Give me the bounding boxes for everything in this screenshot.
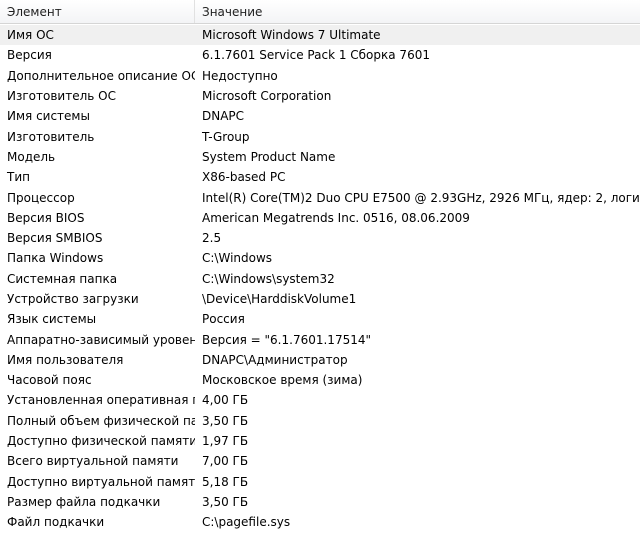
row-element-name: Язык системы — [7, 312, 97, 327]
row-element-value: Недоступно — [202, 68, 278, 83]
table-row[interactable]: Доступно физической памяти 1,97 ГБ — [0, 431, 640, 451]
table-row[interactable]: Версия BIOS American Megatrends Inc. 0516… — [0, 208, 640, 228]
column-header-value[interactable]: Значение — [195, 0, 640, 23]
row-element-value: C:\Windows\system32 — [202, 271, 335, 286]
row-element-name: Версия BIOS — [7, 210, 85, 225]
row-element-value: Microsoft Windows 7 Ultimate — [202, 28, 381, 43]
row-element-name: Доступно физической памяти — [7, 434, 195, 449]
table-row[interactable]: Имя системы DNAPC — [0, 106, 640, 126]
table-row[interactable]: Версия SMBIOS 2.5 — [0, 228, 640, 248]
table-row[interactable]: Доступно виртуальной памяти 5,18 ГБ — [0, 472, 640, 492]
row-element-value: C:\pagefile.sys — [202, 515, 291, 530]
table-row[interactable]: Дополнительное описание ОС Недоступно — [0, 66, 640, 86]
row-element-value: American Megatrends Inc. 0516, 08.06.200… — [202, 210, 470, 225]
table-row[interactable]: Размер файла подкачки 3,50 ГБ — [0, 492, 640, 512]
table-row[interactable]: Папка Windows C:\Windows — [0, 248, 640, 268]
list-header: Элемент Значение — [0, 0, 640, 24]
row-element-name: Размер файла подкачки — [7, 494, 161, 509]
table-row[interactable]: Всего виртуальной памяти 7,00 ГБ — [0, 451, 640, 471]
row-element-name: Всего виртуальной памяти — [7, 454, 179, 469]
row-element-value: 3,50 ГБ — [202, 413, 249, 428]
column-header-element[interactable]: Элемент — [0, 0, 195, 23]
row-element-value: \Device\HarddiskVolume1 — [202, 292, 357, 306]
row-element-name: Изготовитель ОС — [7, 89, 116, 104]
row-element-value: System Product Name — [202, 149, 336, 164]
row-element-name: Имя пользователя — [7, 352, 124, 367]
row-element-value: 5,18 ГБ — [202, 474, 249, 489]
row-element-value: Версия = "6.1.7601.17514" — [202, 332, 371, 347]
row-element-name: Тип — [7, 170, 30, 185]
row-element-value: 2.5 — [202, 231, 222, 246]
row-element-name: Файл подкачки — [7, 515, 105, 530]
table-row[interactable]: Тип X86-based PC — [0, 167, 640, 187]
row-element-value: C:\Windows — [202, 251, 273, 266]
table-row[interactable]: Имя пользователя DNAPC\Администратор — [0, 350, 640, 370]
table-row[interactable]: Часовой пояс Московское время (зима) — [0, 370, 640, 390]
row-element-value: DNAPC\Администратор — [202, 352, 348, 367]
row-element-name: Имя ОС — [7, 28, 54, 43]
row-element-value: 6.1.7601 Service Pack 1 Сборка 7601 — [202, 48, 430, 63]
row-element-value: DNAPC — [202, 109, 245, 124]
row-element-value: 3,50 ГБ — [202, 494, 249, 509]
table-row[interactable]: Версия 6.1.7601 Service Pack 1 Сборка 760… — [0, 45, 640, 65]
row-element-value: Intel(R) Core(TM)2 Duo CPU E7500 @ 2.93G… — [202, 190, 640, 205]
row-element-name: Процессор — [7, 190, 75, 205]
row-element-name: Модель — [7, 149, 56, 164]
system-info-list: Элемент Значение Имя ОС Microsoft Windows… — [0, 0, 640, 535]
row-element-value: 7,00 ГБ — [202, 454, 249, 469]
row-element-name: Версия — [7, 48, 52, 63]
row-element-name: Установленная оперативная п... — [7, 393, 195, 408]
row-element-name: Часовой пояс — [7, 373, 92, 388]
row-element-name: Аппаратно-зависимый уровен... — [7, 332, 195, 347]
table-row[interactable]: Имя ОС Microsoft Windows 7 Ultimate — [0, 25, 640, 46]
row-element-value: Московское время (зима) — [202, 373, 363, 388]
row-element-name: Имя системы — [7, 109, 90, 124]
table-row[interactable]: Модель System Product Name — [0, 147, 640, 167]
row-element-name: Версия SMBIOS — [7, 231, 103, 246]
list-rows: Имя ОС Microsoft Windows 7 Ultimate Версия… — [0, 25, 640, 532]
row-element-name: Устройство загрузки — [7, 292, 139, 306]
row-element-name: Доступно виртуальной памяти — [7, 474, 195, 489]
row-element-value: 1,97 ГБ — [202, 434, 249, 449]
table-row[interactable]: Файл подкачки C:\pagefile.sys — [0, 512, 640, 532]
row-element-value: X86-based PC — [202, 170, 286, 185]
table-row[interactable]: Изготовитель T-Group — [0, 126, 640, 146]
table-row[interactable]: Системная папка C:\Windows\system32 — [0, 269, 640, 289]
table-row[interactable]: Язык системы Россия — [0, 309, 640, 329]
table-row[interactable]: Изготовитель ОС Microsoft Corporation — [0, 86, 640, 106]
table-row[interactable]: Полный объем физической па... 3,50 ГБ — [0, 411, 640, 431]
row-element-name: Папка Windows — [7, 251, 104, 266]
row-element-value: 4,00 ГБ — [202, 393, 249, 408]
row-element-name: Изготовитель — [7, 129, 95, 144]
row-element-name: Дополнительное описание ОС — [7, 68, 195, 83]
table-row[interactable]: Аппаратно-зависимый уровен... Версия = "6… — [0, 329, 640, 349]
table-row[interactable]: Процессор Intel(R) Core(TM)2 Duo CPU E750… — [0, 187, 640, 207]
row-element-value: T-Group — [202, 129, 250, 144]
row-element-value: Microsoft Corporation — [202, 89, 332, 104]
row-element-name: Системная папка — [7, 271, 118, 286]
table-row[interactable]: Установленная оперативная п... 4,00 ГБ — [0, 390, 640, 410]
row-element-name: Полный объем физической па... — [7, 413, 195, 428]
table-row[interactable]: Устройство загрузки \Device\HarddiskVolum… — [0, 289, 640, 309]
row-element-value: Россия — [202, 312, 245, 327]
